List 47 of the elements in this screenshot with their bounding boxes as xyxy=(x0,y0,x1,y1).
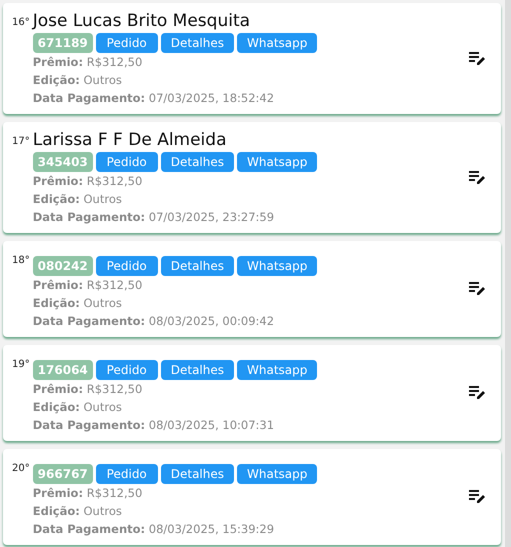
rank-label: 18° xyxy=(12,254,30,268)
ticket-number: 176064 xyxy=(32,360,93,380)
action-button[interactable]: Detalhes xyxy=(160,152,234,172)
detail-line: Data Pagamento: 07/03/2025, 18:52:42 xyxy=(32,90,276,107)
detail-line: Prêmio: R$312,50 xyxy=(32,173,144,190)
customer-name: Jose Lucas Brito Mesquita xyxy=(32,10,252,32)
edit-list-icon[interactable] xyxy=(469,386,487,400)
ticket-number: 966767 xyxy=(32,464,93,484)
detail-line: Data Pagamento: 07/03/2025, 23:27:59 xyxy=(32,209,276,226)
ticket-number: 080242 xyxy=(32,256,93,276)
ticket-number: 345403 xyxy=(32,152,93,172)
action-button[interactable]: Whatsapp xyxy=(237,256,318,276)
detail-line: Edição: Outros xyxy=(32,399,123,416)
detail-line: Edição: Outros xyxy=(32,295,123,312)
rank-label: 19° xyxy=(12,358,30,372)
action-button[interactable]: Pedido xyxy=(96,360,158,380)
action-button[interactable]: Whatsapp xyxy=(237,464,318,484)
rank-label: 16° xyxy=(12,16,30,30)
action-button[interactable]: Pedido xyxy=(96,33,158,53)
action-button[interactable]: Whatsapp xyxy=(237,360,318,380)
detail-line: Prêmio: R$312,50 xyxy=(32,485,144,502)
detail-line: Prêmio: R$312,50 xyxy=(32,381,144,398)
rank-label: 17° xyxy=(12,135,30,149)
action-button[interactable]: Detalhes xyxy=(160,360,234,380)
edit-list-icon[interactable] xyxy=(469,52,487,66)
action-button[interactable]: Pedido xyxy=(96,152,158,172)
action-button[interactable]: Detalhes xyxy=(160,256,234,276)
detail-line: Edição: Outros xyxy=(32,72,123,89)
detail-line: Data Pagamento: 08/03/2025, 15:39:29 xyxy=(32,521,276,538)
edit-list-icon[interactable] xyxy=(469,490,487,504)
action-button[interactable]: Whatsapp xyxy=(237,33,318,53)
action-button[interactable]: Detalhes xyxy=(160,33,234,53)
edit-list-icon[interactable] xyxy=(469,282,487,296)
customer-name: Larissa F F De Almeida xyxy=(32,129,228,151)
action-button[interactable]: Whatsapp xyxy=(237,152,318,172)
rank-label: 20° xyxy=(12,462,30,476)
action-button[interactable]: Detalhes xyxy=(160,464,234,484)
action-button[interactable]: Pedido xyxy=(96,256,158,276)
detail-line: Edição: Outros xyxy=(32,191,123,208)
action-button[interactable]: Pedido xyxy=(96,464,158,484)
edit-list-icon[interactable] xyxy=(469,170,487,184)
detail-line: Prêmio: R$312,50 xyxy=(32,277,144,294)
ticket-number: 671189 xyxy=(32,33,93,53)
detail-line: Prêmio: R$312,50 xyxy=(32,54,144,71)
detail-line: Data Pagamento: 08/03/2025, 10:07:31 xyxy=(32,417,276,434)
detail-line: Data Pagamento: 08/03/2025, 00:09:42 xyxy=(32,313,276,330)
detail-line: Edição: Outros xyxy=(32,503,123,520)
